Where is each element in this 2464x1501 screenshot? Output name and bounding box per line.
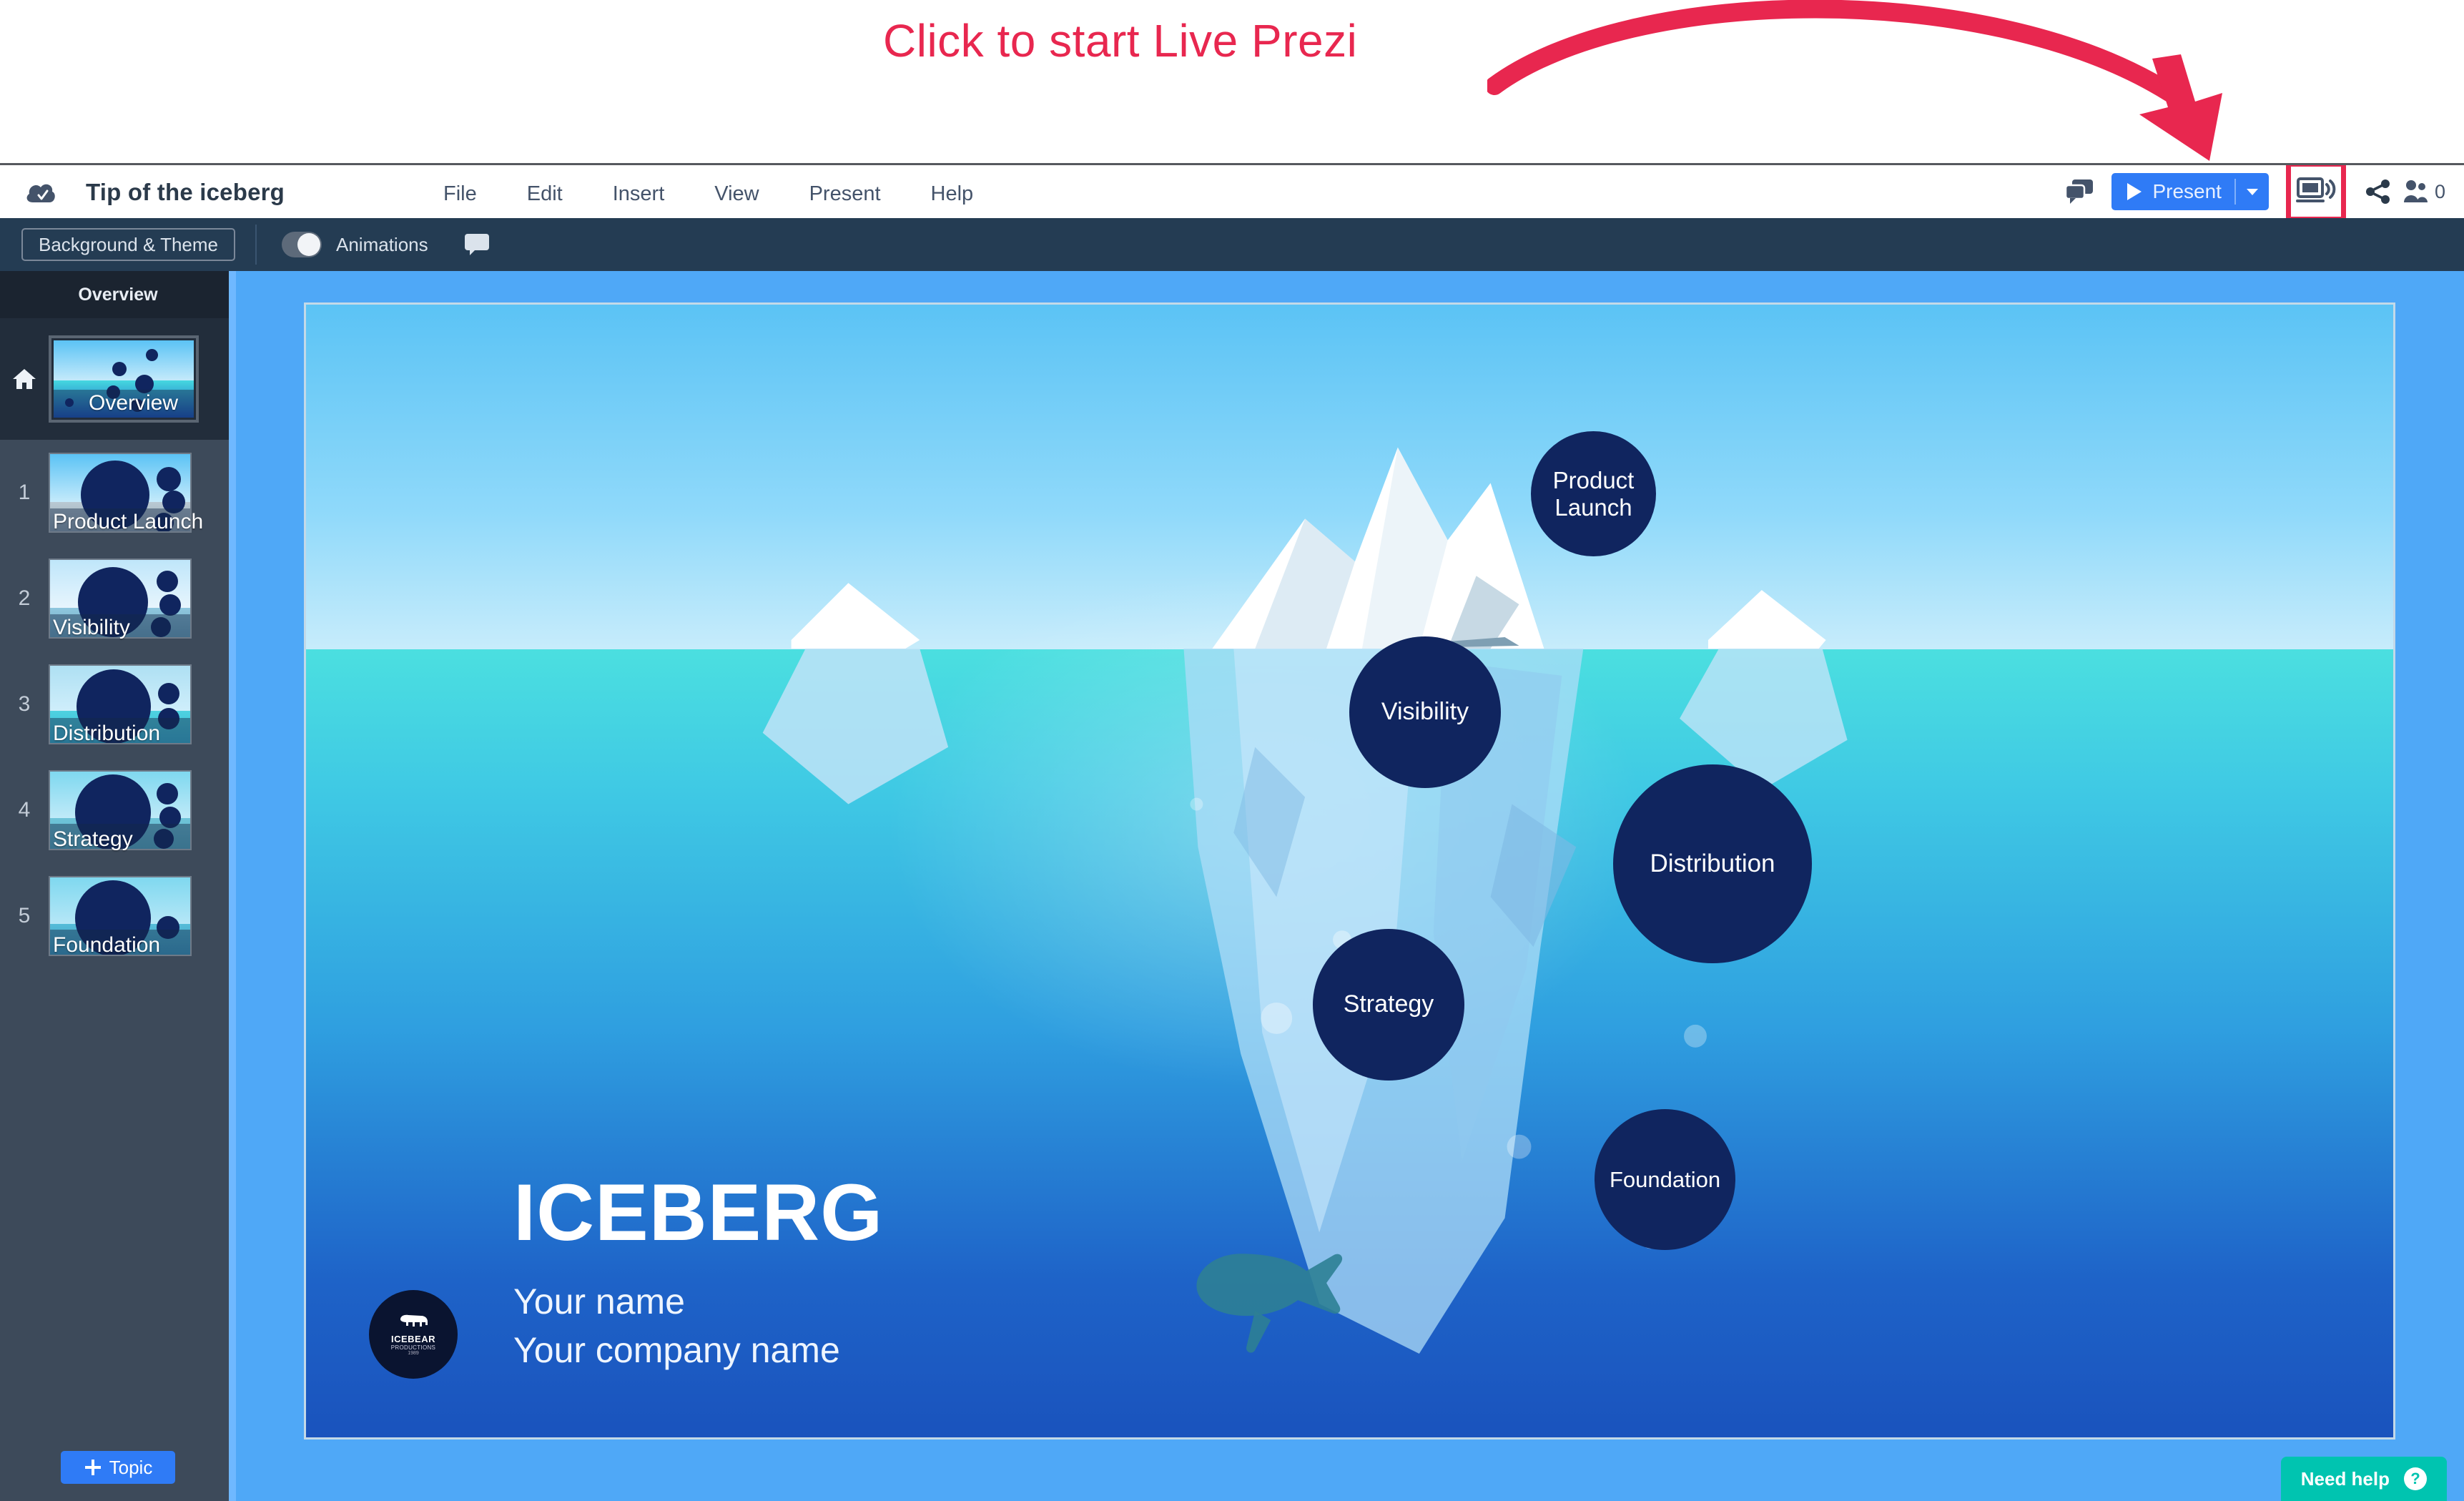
- sidebar-item-label: Distribution: [53, 722, 161, 745]
- menu-view[interactable]: View: [689, 182, 784, 206]
- thumbnail-frame: Foundation: [49, 876, 192, 957]
- toolbar-divider: [255, 225, 257, 265]
- sidebar-accent-rail: [229, 271, 236, 1501]
- bubble-product-launch[interactable]: Product Launch: [1531, 431, 1656, 556]
- top-right-actions: Present 0: [2054, 165, 2451, 222]
- editor-toolbar: Background & Theme Animations: [0, 218, 2464, 271]
- sidebar-item-label: Visibility: [53, 616, 130, 639]
- slide-subtitle[interactable]: Your name Your company name: [513, 1278, 840, 1374]
- sidebar-item-distribution[interactable]: 3 Distribution: [0, 651, 236, 757]
- sidebar-item-foundation[interactable]: 5 Foundation: [0, 863, 236, 969]
- bubble-strategy[interactable]: Strategy: [1313, 929, 1464, 1081]
- need-help-button[interactable]: Need help ?: [2280, 1457, 2447, 1501]
- bubble-label: Strategy: [1343, 990, 1434, 1018]
- sidebar-item-number: 2: [18, 586, 31, 610]
- sidebar-item-number: 3: [18, 692, 31, 716]
- slide-title[interactable]: ICEBERG: [513, 1166, 883, 1259]
- need-help-label: Need help: [2300, 1467, 2390, 1490]
- play-icon: [2127, 183, 2142, 200]
- thumbnail-frame: Distribution: [49, 664, 192, 745]
- menu-bar: File Edit Insert View Present Help: [418, 182, 998, 206]
- bubble-distribution[interactable]: Distribution: [1613, 764, 1812, 963]
- sidebar-item-label: Strategy: [53, 827, 133, 851]
- bubble-label: Visibility: [1381, 698, 1469, 726]
- bubble-visibility[interactable]: Visibility: [1349, 636, 1501, 788]
- add-topic-button[interactable]: Topic: [61, 1451, 175, 1484]
- sidebar-item-number: 1: [18, 481, 31, 504]
- sidebar-item-visibility[interactable]: 2 Visibility: [0, 546, 236, 651]
- sidebar-item-number: 4: [18, 798, 31, 822]
- sidebar-item-label: Foundation: [53, 933, 161, 957]
- live-prezi-button[interactable]: [2285, 165, 2346, 222]
- editor-canvas[interactable]: Product Launch Visibility Distribution S…: [236, 271, 2464, 1501]
- sidebar-item-overview[interactable]: Overview: [0, 318, 236, 440]
- sidebar-item-product-launch[interactable]: 1 Product Launch: [0, 440, 236, 546]
- bubble-label: Distribution: [1650, 849, 1775, 877]
- thumbnail-frame: Visibility: [49, 558, 192, 639]
- annotation-banner: Click to start Live Prezi: [0, 0, 2464, 164]
- bubble-label: Product Launch: [1552, 466, 1635, 521]
- prezi-app-window: Tip of the iceberg File Edit Insert View…: [0, 163, 2464, 1501]
- editor-body: Overview Overview 1 Product Launch 2 Vis…: [0, 271, 2464, 1501]
- question-mark-icon: ?: [2404, 1467, 2427, 1490]
- plus-icon: [84, 1460, 101, 1475]
- logo-sub: PRODUCTIONS: [390, 1344, 436, 1351]
- thumbnail-frame: Strategy: [49, 770, 192, 851]
- sidebar-header-label: Overview: [78, 284, 158, 305]
- menu-present[interactable]: Present: [784, 182, 906, 206]
- logo-name: ICEBEAR: [390, 1334, 435, 1344]
- annotation-text: Click to start Live Prezi: [883, 15, 1358, 67]
- home-icon: [0, 368, 49, 390]
- present-label: Present: [2152, 180, 2222, 202]
- toggle-switch-icon[interactable]: [282, 232, 322, 257]
- slide-frame[interactable]: Product Launch Visibility Distribution S…: [304, 302, 2395, 1440]
- slide-company-name: Your company name: [513, 1329, 840, 1370]
- prezi-cloud-icon[interactable]: [25, 178, 56, 207]
- background-theme-button[interactable]: Background & Theme: [21, 228, 235, 261]
- menu-file[interactable]: File: [418, 182, 502, 206]
- icebear-logo[interactable]: ICEBEAR PRODUCTIONS 1989: [369, 1290, 458, 1379]
- live-prezi-screencast-icon: [2295, 177, 2336, 202]
- present-dropdown-button[interactable]: [2236, 173, 2269, 210]
- bubble-label: Foundation: [1609, 1166, 1721, 1192]
- animations-toggle[interactable]: Animations: [282, 232, 428, 257]
- menu-help[interactable]: Help: [906, 182, 999, 206]
- iceberg-illustration: [762, 447, 1848, 1354]
- sidebar-item-label: Overview: [89, 391, 179, 415]
- animations-label: Animations: [336, 233, 428, 255]
- sidebar-item-number: 5: [18, 904, 31, 927]
- add-topic-label: Topic: [109, 1456, 153, 1478]
- present-button-main[interactable]: Present: [2111, 173, 2234, 210]
- people-icon: [2403, 180, 2428, 202]
- thumbnail-frame: Product Launch: [49, 453, 203, 533]
- menu-edit[interactable]: Edit: [502, 182, 588, 206]
- viewers-indicator[interactable]: 0: [2403, 179, 2451, 204]
- menu-insert[interactable]: Insert: [588, 182, 690, 206]
- comments-icon[interactable]: [2054, 165, 2104, 218]
- slide-author-name: Your name: [513, 1281, 685, 1322]
- sidebar-item-strategy[interactable]: 4 Strategy: [0, 757, 236, 863]
- overview-sidebar: Overview Overview 1 Product Launch 2 Vis…: [0, 271, 236, 1501]
- polar-bear-icon: [400, 1314, 428, 1327]
- logo-tag: 1989: [408, 1351, 419, 1356]
- sidebar-header: Overview: [0, 271, 236, 318]
- viewers-count: 0: [2434, 180, 2445, 202]
- bubble-foundation[interactable]: Foundation: [1595, 1109, 1735, 1250]
- document-title[interactable]: Tip of the iceberg: [86, 179, 285, 206]
- present-button[interactable]: Present: [2111, 173, 2269, 210]
- curved-arrow-icon: [1487, 0, 2222, 161]
- comment-bubble-icon[interactable]: [464, 233, 490, 256]
- thumbnail-frame: Overview: [49, 335, 199, 423]
- top-menu-bar: Tip of the iceberg File Edit Insert View…: [0, 165, 2464, 222]
- share-icon[interactable]: [2353, 165, 2403, 218]
- sidebar-item-label: Product Launch: [53, 510, 204, 533]
- chevron-down-icon: [2246, 189, 2258, 195]
